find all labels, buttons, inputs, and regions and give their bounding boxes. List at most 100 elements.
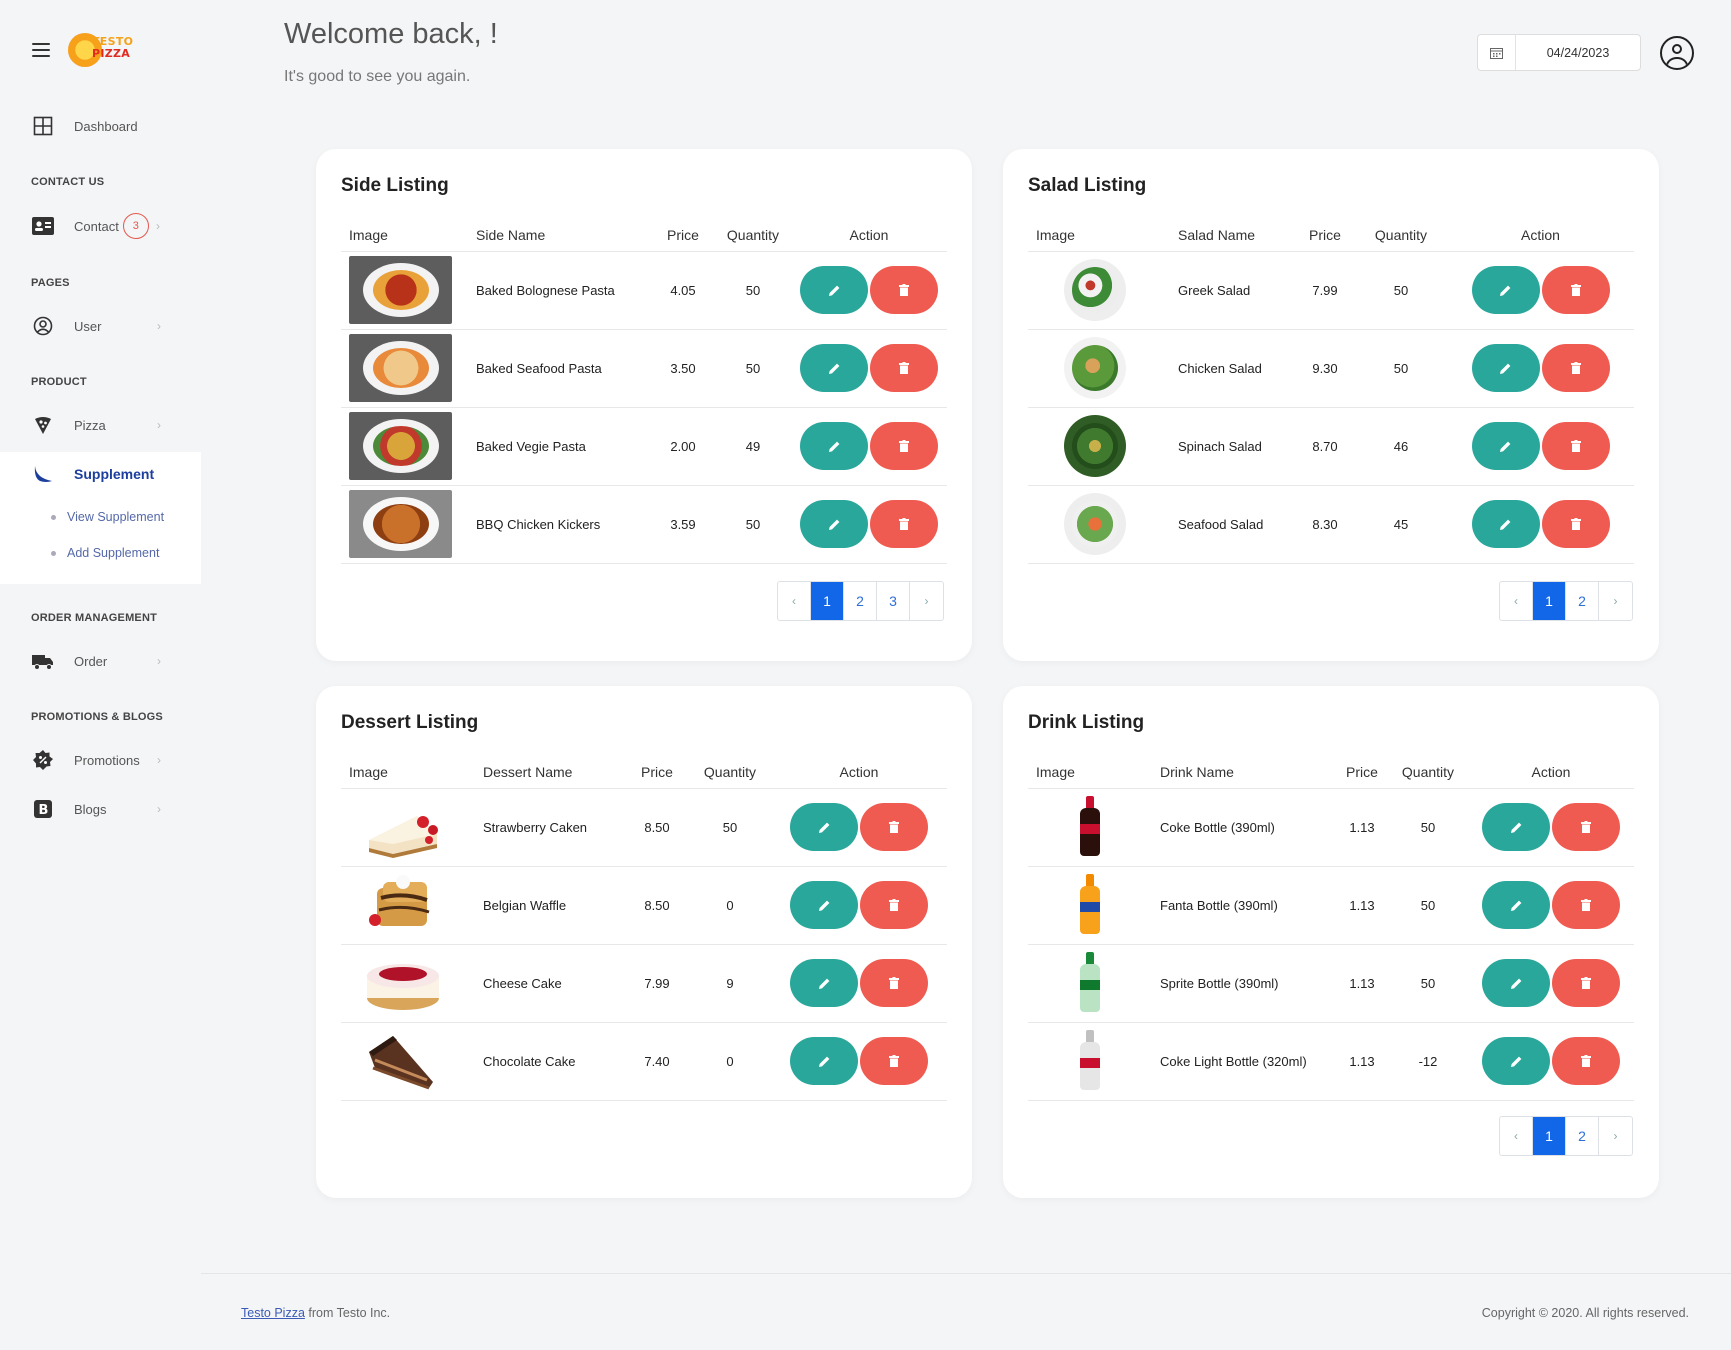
sidebar-item-dashboard[interactable]: Dashboard bbox=[32, 115, 138, 137]
section-product: PRODUCT bbox=[31, 376, 87, 388]
pagination-next[interactable]: › bbox=[1599, 582, 1632, 620]
pencil-icon bbox=[818, 822, 829, 833]
delete-button[interactable] bbox=[870, 266, 938, 314]
pagination-page-2[interactable]: 2 bbox=[844, 582, 877, 620]
product-quantity: 50 bbox=[715, 329, 791, 408]
sidebar-label-user: User bbox=[74, 318, 102, 334]
delete-button[interactable] bbox=[870, 500, 938, 548]
menu-icon[interactable] bbox=[32, 43, 50, 57]
pagination-prev[interactable]: ‹ bbox=[1500, 582, 1533, 620]
footer-brand-link[interactable]: Testo Pizza bbox=[241, 1306, 305, 1320]
pagination-prev[interactable]: ‹ bbox=[1500, 1117, 1533, 1155]
edit-button[interactable] bbox=[790, 959, 858, 1007]
delete-button[interactable] bbox=[860, 803, 928, 851]
sidebar-item-promotions[interactable]: Promotions › bbox=[32, 749, 161, 771]
product-quantity: 50 bbox=[1388, 788, 1468, 867]
pagination-page-1[interactable]: 1 bbox=[811, 582, 844, 620]
edit-button[interactable] bbox=[800, 344, 868, 392]
edit-button[interactable] bbox=[1471, 422, 1540, 470]
date-picker[interactable]: 04/24/2023 bbox=[1477, 34, 1641, 71]
product-image bbox=[363, 1030, 443, 1092]
brand: TESTO PIZZA bbox=[32, 30, 134, 70]
section-pages: PAGES bbox=[31, 277, 70, 289]
table-header-row: Image Side Name Price Quantity Action bbox=[341, 219, 947, 252]
edit-button[interactable] bbox=[800, 500, 868, 548]
sidebar-item-pizza[interactable]: Pizza › bbox=[32, 414, 161, 436]
product-image bbox=[363, 952, 443, 1014]
testo-pizza-logo[interactable]: TESTO PIZZA bbox=[68, 30, 134, 70]
edit-button[interactable] bbox=[1471, 266, 1540, 314]
delete-button[interactable] bbox=[1541, 422, 1610, 470]
edit-button[interactable] bbox=[1482, 959, 1550, 1007]
salad-listing-title: Salad Listing bbox=[1028, 175, 1147, 196]
sidebar-item-supplement[interactable]: Supplement bbox=[32, 463, 154, 485]
product-price: 8.50 bbox=[625, 866, 689, 945]
edit-button[interactable] bbox=[1482, 1037, 1550, 1085]
product-price: 7.99 bbox=[1295, 251, 1355, 330]
calendar-icon[interactable] bbox=[1478, 35, 1516, 70]
submenu-add-supplement[interactable]: Add Supplement bbox=[51, 546, 159, 560]
pagination-page-2[interactable]: 2 bbox=[1566, 582, 1599, 620]
sidebar: TESTO PIZZA Dashboard CONTACT US Contact … bbox=[0, 0, 201, 1350]
delete-button[interactable] bbox=[1541, 344, 1610, 392]
submenu-view-supplement[interactable]: View Supplement bbox=[51, 510, 164, 524]
column-header-action: Action bbox=[771, 756, 947, 789]
trash-icon bbox=[1570, 362, 1581, 374]
product-image bbox=[1078, 874, 1102, 936]
pagination-page-1[interactable]: 1 bbox=[1533, 1117, 1566, 1155]
trash-icon bbox=[1570, 518, 1581, 530]
sidebar-label-blogs: Blogs bbox=[74, 801, 107, 817]
pagination-page-2[interactable]: 2 bbox=[1566, 1117, 1599, 1155]
column-header-image: Image bbox=[1028, 219, 1162, 252]
delete-button[interactable] bbox=[1552, 803, 1620, 851]
delete-button[interactable] bbox=[860, 959, 928, 1007]
delete-button[interactable] bbox=[1541, 266, 1610, 314]
edit-button[interactable] bbox=[1482, 803, 1550, 851]
delete-button[interactable] bbox=[1552, 881, 1620, 929]
delete-button[interactable] bbox=[870, 422, 938, 470]
trash-icon bbox=[899, 440, 909, 452]
chevron-right-icon: › bbox=[157, 802, 161, 816]
pagination-page-3[interactable]: 3 bbox=[877, 582, 910, 620]
sidebar-item-contact[interactable]: Contact 3 › bbox=[32, 213, 160, 239]
trash-icon bbox=[1581, 1055, 1591, 1067]
submenu-label-add: Add Supplement bbox=[67, 546, 160, 560]
trash-icon bbox=[889, 821, 899, 833]
salad-listing-card: Salad Listing Image Salad Name Price Qua… bbox=[1003, 149, 1659, 661]
delete-button[interactable] bbox=[1541, 500, 1610, 548]
column-header-image: Image bbox=[1028, 756, 1152, 789]
product-quantity: -12 bbox=[1388, 1022, 1468, 1101]
edit-button[interactable] bbox=[790, 1037, 858, 1085]
pagination-page-1[interactable]: 1 bbox=[1533, 582, 1566, 620]
sidebar-item-user[interactable]: User › bbox=[32, 315, 161, 337]
edit-button[interactable] bbox=[800, 422, 868, 470]
column-header-action: Action bbox=[791, 219, 947, 252]
edit-button[interactable] bbox=[1482, 881, 1550, 929]
user-profile-icon[interactable] bbox=[1660, 36, 1694, 70]
delete-button[interactable] bbox=[1552, 1037, 1620, 1085]
column-header-action: Action bbox=[1447, 219, 1634, 252]
sidebar-item-blogs[interactable]: B Blogs › bbox=[32, 798, 161, 820]
delete-button[interactable] bbox=[860, 881, 928, 929]
product-quantity: 45 bbox=[1355, 485, 1447, 564]
table-row: Seafood Salad 8.30 45 bbox=[1028, 485, 1634, 564]
product-name: Strawberry Caken bbox=[475, 788, 625, 867]
product-name: Chicken Salad bbox=[1162, 329, 1295, 408]
delete-button[interactable] bbox=[870, 344, 938, 392]
supplement-icon bbox=[32, 463, 54, 485]
product-image bbox=[349, 412, 452, 480]
edit-button[interactable] bbox=[800, 266, 868, 314]
edit-button[interactable] bbox=[1471, 500, 1540, 548]
delete-button[interactable] bbox=[1552, 959, 1620, 1007]
edit-button[interactable] bbox=[790, 803, 858, 851]
sidebar-item-order[interactable]: Order › bbox=[32, 650, 161, 672]
trash-icon bbox=[899, 518, 909, 530]
edit-button[interactable] bbox=[790, 881, 858, 929]
sidebar-label-promotions: Promotions bbox=[74, 752, 140, 768]
pagination-prev[interactable]: ‹ bbox=[778, 582, 811, 620]
product-quantity: 50 bbox=[1388, 866, 1468, 945]
pagination-next[interactable]: › bbox=[1599, 1117, 1632, 1155]
pagination-next[interactable]: › bbox=[910, 582, 943, 620]
edit-button[interactable] bbox=[1471, 344, 1540, 392]
delete-button[interactable] bbox=[860, 1037, 928, 1085]
